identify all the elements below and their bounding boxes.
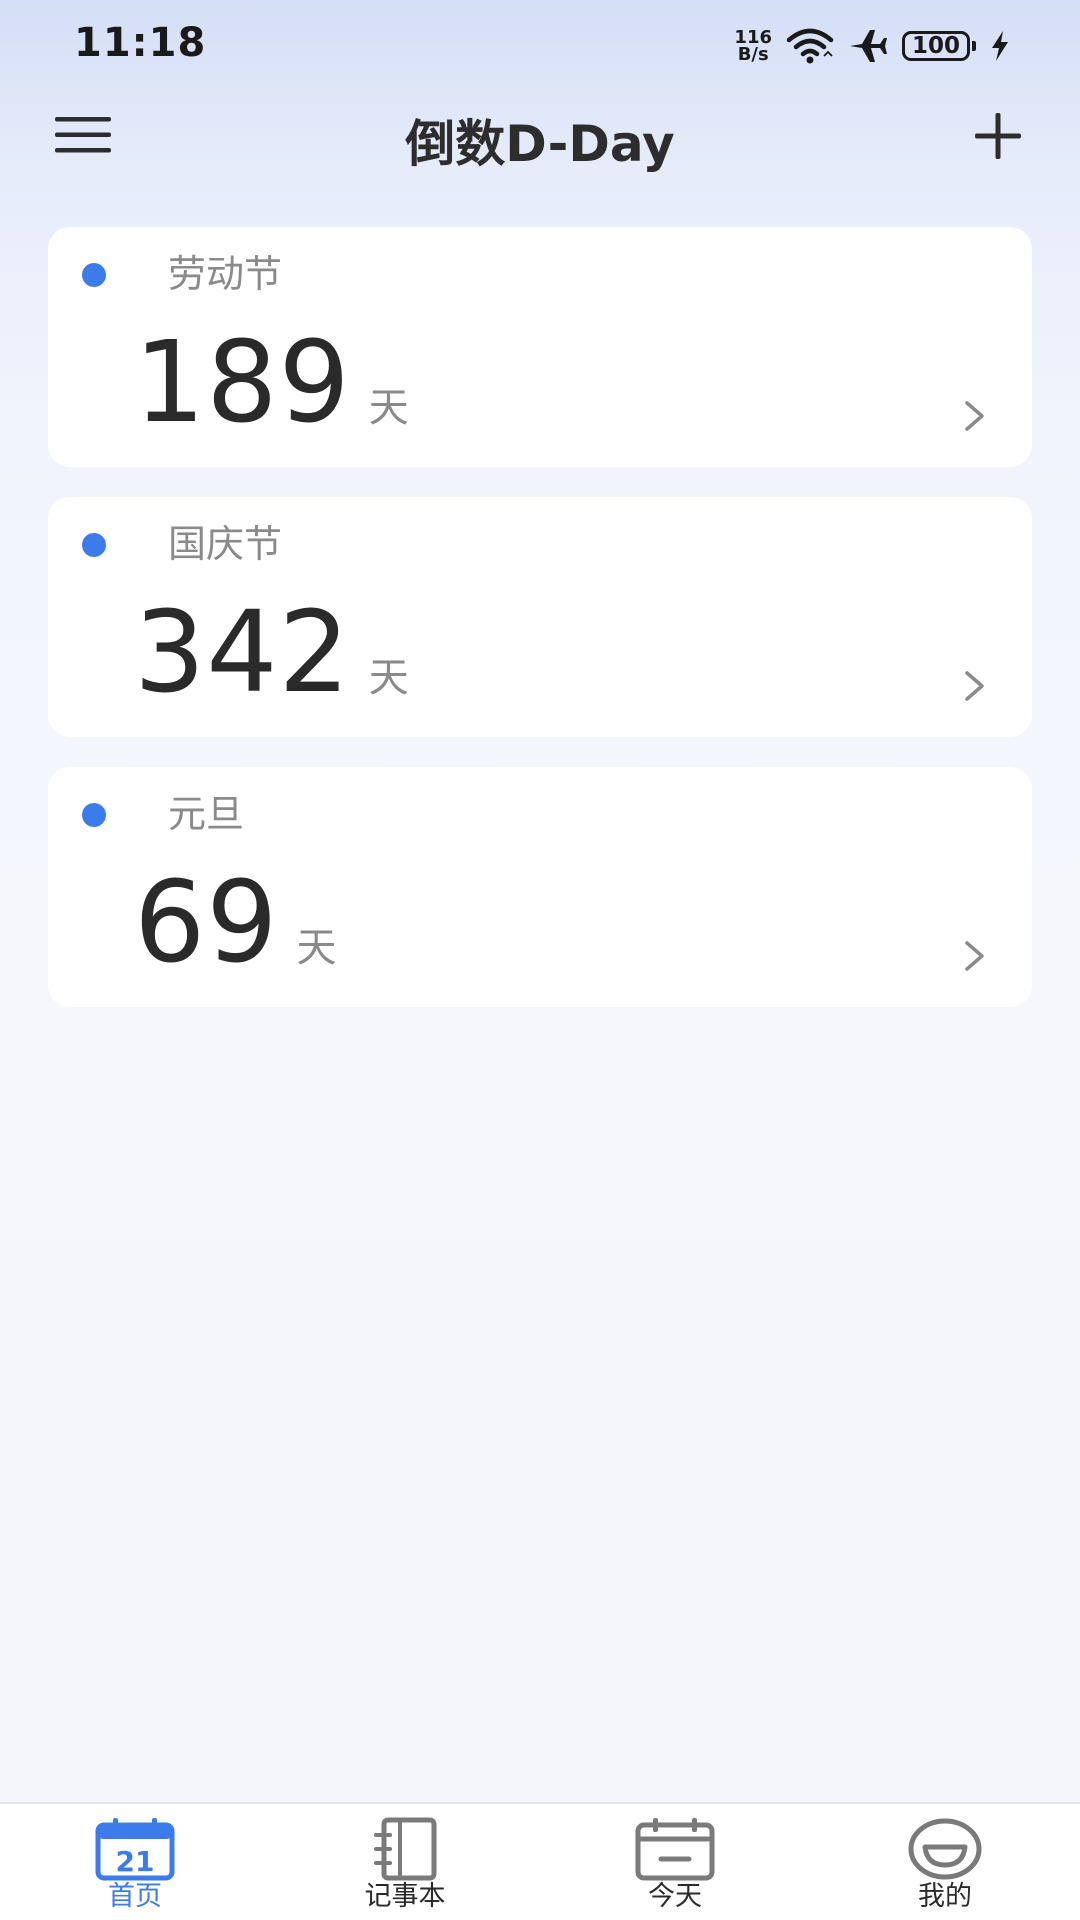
battery-tip: [972, 41, 976, 51]
app-header: 倒数D-Day: [0, 90, 1080, 180]
net-speed: 116 B/s: [734, 29, 772, 65]
event-name: 国庆节: [168, 522, 283, 566]
calendar-date-text: 21: [116, 1845, 155, 1878]
chevron-right-icon: [965, 941, 984, 971]
status-time: 11:18: [74, 20, 207, 66]
page-title: 倒数D-Day: [405, 115, 675, 173]
event-card-national-day[interactable]: 国庆节 342 天: [48, 497, 1032, 737]
airplane-icon: [850, 30, 887, 62]
tab-home-label: 首页: [108, 1881, 162, 1912]
charging-icon: [992, 31, 1008, 61]
event-days: 189: [134, 318, 351, 448]
battery-level: 100: [902, 31, 970, 61]
notebook-icon: [365, 1816, 445, 1882]
calendar-icon: [635, 1816, 715, 1882]
status-icons: 116 B/s 100: [734, 24, 1010, 68]
tab-mine[interactable]: 我的: [810, 1804, 1080, 1920]
chevron-right-icon: [965, 401, 984, 431]
event-card-labor-day[interactable]: 劳动节 189 天: [48, 227, 1032, 467]
chevron-right-icon: [965, 671, 984, 701]
smiley-profile-icon: [905, 1816, 985, 1882]
event-unit: 天: [368, 385, 409, 431]
event-name: 元旦: [168, 792, 245, 836]
event-dot: [82, 803, 106, 827]
event-days: 342: [134, 588, 351, 718]
event-card-new-year[interactable]: 元旦 69 天: [48, 767, 1032, 1007]
tab-notebook-label: 记事本: [364, 1881, 446, 1912]
tab-today-label: 今天: [648, 1881, 702, 1912]
add-event-button[interactable]: [970, 108, 1026, 164]
tab-today[interactable]: 今天: [540, 1804, 810, 1920]
wifi-icon: [786, 28, 834, 64]
tab-home[interactable]: 21 首页: [0, 1804, 270, 1920]
tab-notebook[interactable]: 记事本: [270, 1804, 540, 1920]
event-days: 69: [134, 858, 279, 988]
status-bar: 11:18 116 B/s 100: [0, 0, 1080, 90]
event-countdown: 189 天: [134, 327, 409, 439]
event-unit: 天: [296, 925, 337, 971]
battery-indicator: 100: [902, 31, 976, 61]
event-dot: [82, 533, 106, 557]
bottom-nav: 21 首页 记事本 今天 我的: [0, 1802, 1080, 1920]
event-countdown: 342 天: [134, 597, 409, 709]
event-dot: [82, 263, 106, 287]
event-unit: 天: [368, 655, 409, 701]
event-countdown: 69 天: [134, 867, 337, 979]
net-speed-unit: B/s: [737, 44, 769, 65]
event-name: 劳动节: [168, 252, 283, 296]
plus-icon: [975, 113, 1021, 159]
tab-mine-label: 我的: [918, 1881, 972, 1912]
calendar-date-icon: 21: [95, 1816, 175, 1882]
